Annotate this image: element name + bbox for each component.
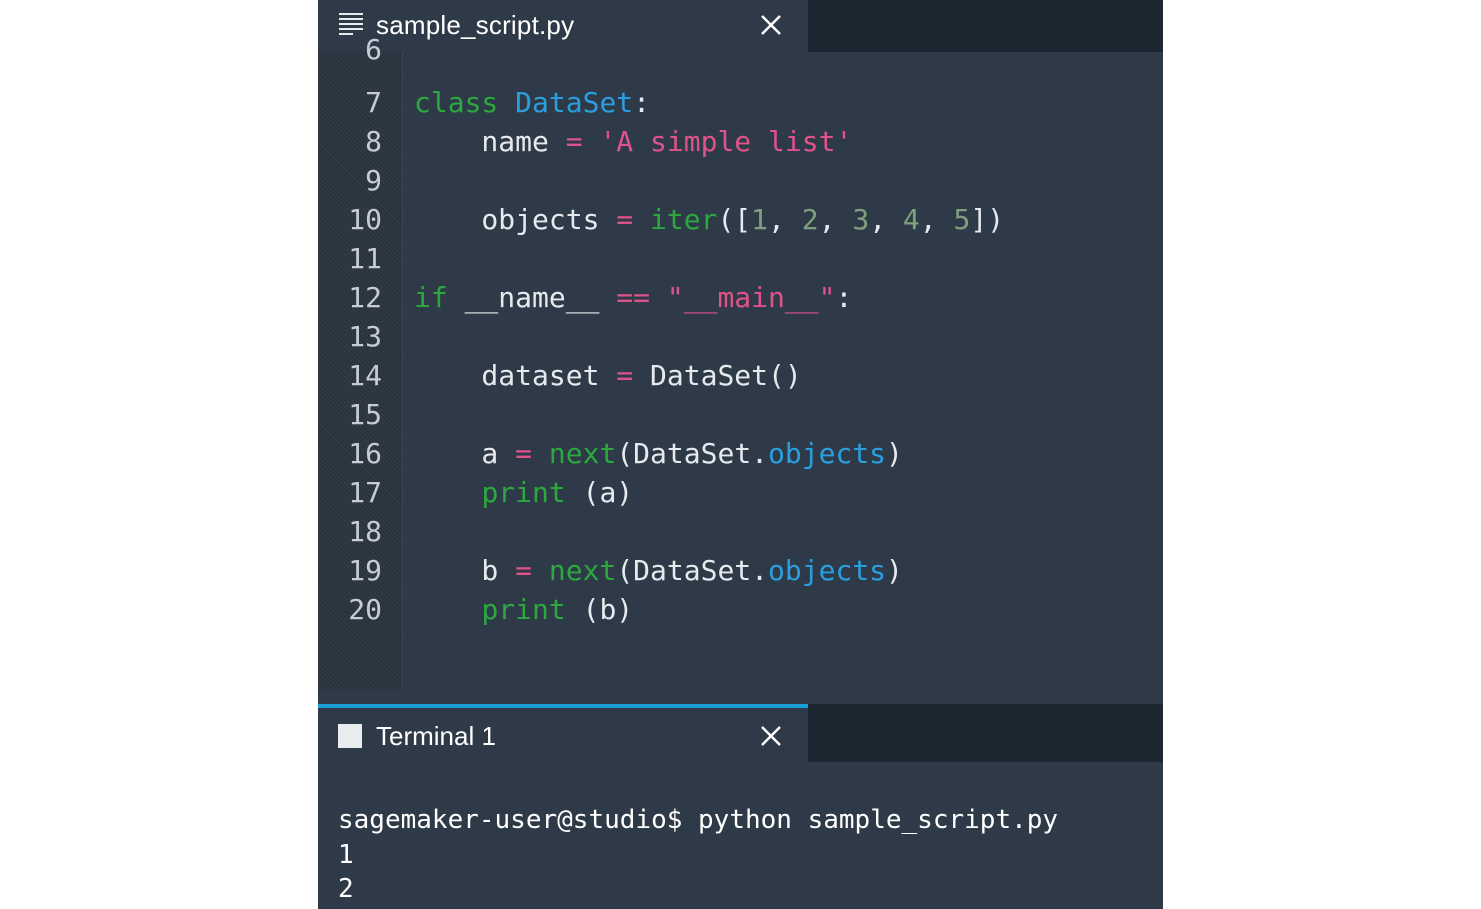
panel-divider[interactable]: [318, 690, 1163, 704]
code-token: ,: [818, 203, 853, 236]
code-token: DataSet: [515, 86, 634, 119]
tab-label: sample_script.py: [376, 10, 575, 40]
code-token: 'A simple list': [599, 125, 853, 158]
code-token: ): [886, 554, 903, 587]
code-line: b = next(DataSet.objects): [414, 551, 903, 590]
editor-tab-bar: sample_script.py: [318, 0, 1163, 52]
code-token: if: [414, 281, 448, 314]
code-token: ,: [869, 203, 903, 236]
code-line: a = next(DataSet.objects): [414, 434, 903, 473]
code-token: print: [481, 476, 566, 509]
code-token: =: [616, 203, 634, 236]
line-number: 14: [348, 359, 382, 392]
terminal-output-line: 2: [338, 874, 354, 904]
code-token: :: [835, 281, 853, 314]
line-number: 13: [348, 320, 382, 353]
code-token: class: [414, 86, 499, 119]
code-token: ,: [919, 203, 954, 236]
code-line: name = 'A simple list': [414, 122, 852, 161]
code-token: objects: [768, 554, 887, 587]
code-line: if __name__ == "__main__":: [414, 278, 852, 317]
code-token: a: [414, 437, 516, 470]
code-token: =: [515, 437, 533, 470]
code-token: 1: [751, 203, 769, 236]
code-token: next: [548, 437, 617, 470]
tab-sample-script[interactable]: sample_script.py: [318, 0, 808, 52]
code-token: 4: [902, 203, 920, 236]
code-line: dataset = DataSet(): [414, 356, 802, 395]
line-number: 20: [348, 593, 382, 626]
code-token: (b): [565, 593, 634, 626]
line-number: 12: [348, 281, 382, 314]
terminal-icon: [338, 724, 362, 748]
sagemaker-studio-window: sample_script.py 6 7 8 9 10 11 12 13 14 15 16 17 18…: [318, 0, 1163, 909]
tab-terminal-1[interactable]: Terminal 1: [318, 704, 808, 762]
code-token: "__main__": [666, 281, 836, 314]
code-line: print (b): [414, 590, 633, 629]
code-token: ,: [768, 203, 802, 236]
code-token: 2: [801, 203, 819, 236]
close-icon[interactable]: [758, 12, 784, 38]
code-line: print (a): [414, 473, 633, 512]
terminal-tab-bar: Terminal 1: [318, 704, 1163, 762]
code-token: 5: [953, 203, 971, 236]
line-number: 17: [348, 476, 382, 509]
line-number: 8: [365, 125, 382, 158]
line-number: 19: [348, 554, 382, 587]
code-line: class DataSet:: [414, 83, 650, 122]
close-icon[interactable]: [758, 723, 784, 749]
code-token: b: [414, 554, 516, 587]
code-editor[interactable]: 6 7 8 9 10 11 12 13 14 15 16 17 18 19 20 class DataSe…: [318, 33, 1163, 690]
line-number-gutter: 6 7 8 9 10 11 12 13 14 15 16 17 18 19 20: [318, 33, 402, 690]
code-token: ([: [717, 203, 752, 236]
code-token: __name__: [447, 281, 617, 314]
tab-label: Terminal 1: [376, 721, 496, 751]
code-token: (DataSet.: [616, 554, 769, 587]
code-token: objects: [414, 203, 617, 236]
line-number: 16: [348, 437, 382, 470]
code-token: =: [616, 359, 634, 392]
code-token: :: [633, 86, 651, 119]
code-token: =: [565, 125, 583, 158]
code-token: ): [886, 437, 903, 470]
code-token: ==: [616, 281, 651, 314]
code-token: 3: [852, 203, 870, 236]
line-number: 11: [348, 242, 382, 275]
code-token: name: [414, 125, 566, 158]
code-token: next: [548, 554, 617, 587]
code-token: DataSet(): [633, 359, 802, 392]
line-number: 15: [348, 398, 382, 431]
code-token: print: [481, 593, 566, 626]
gutter-divider: [402, 52, 403, 690]
line-number: 6: [365, 33, 382, 66]
terminal-output-line: 1: [338, 840, 354, 870]
line-number: 9: [365, 164, 382, 197]
code-token: ]): [970, 203, 1005, 236]
code-token: objects: [768, 437, 887, 470]
terminal-command-line: sagemaker-user@studio$ python sample_scr…: [338, 805, 1059, 835]
line-number: 7: [365, 86, 382, 119]
code-token: =: [515, 554, 533, 587]
code-token: iter: [650, 203, 718, 236]
code-line: objects = iter([1, 2, 3, 4, 5]): [414, 200, 1004, 239]
code-token: (DataSet.: [616, 437, 769, 470]
code-token: dataset: [414, 359, 617, 392]
terminal-output[interactable]: sagemaker-user@studio$ python sample_scr…: [318, 762, 1163, 909]
code-token: (a): [565, 476, 634, 509]
line-number: 10: [348, 203, 382, 236]
line-number: 18: [348, 515, 382, 548]
